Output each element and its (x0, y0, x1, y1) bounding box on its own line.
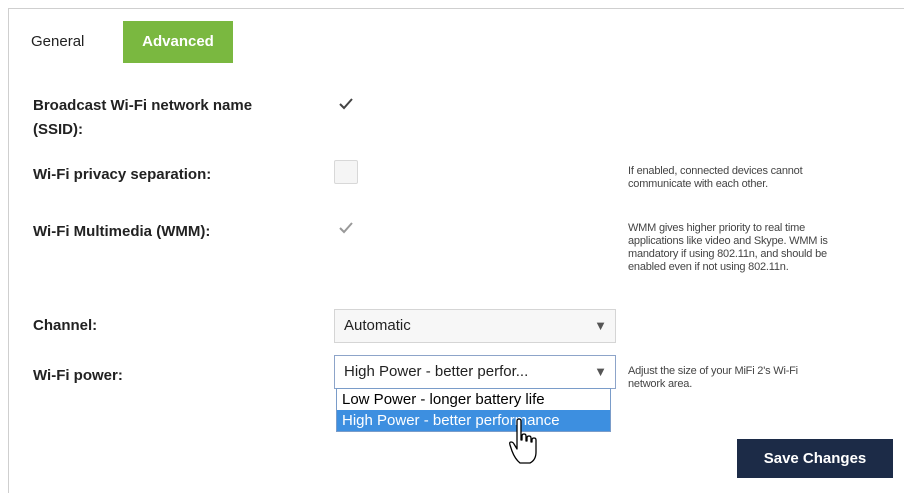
checkmark-icon (339, 98, 353, 110)
privacy-separation-help: If enabled, connected devices cannot com… (628, 165, 803, 191)
wifi-power-value: High Power - better perfor... (344, 363, 529, 380)
save-changes-button[interactable]: Save Changes (737, 439, 893, 478)
wmm-checkbox (334, 217, 358, 241)
wifi-power-help-line1: Adjust the size of your MiFi 2's Wi-Fi (628, 365, 798, 377)
wmm-label: Wi-Fi Multimedia (WMM): (33, 223, 211, 240)
wmm-help-line1: WMM gives higher priority to real time (628, 222, 806, 234)
broadcast-ssid-label-line2: (SSID): (33, 121, 83, 138)
privacy-separation-label: Wi-Fi privacy separation: (33, 166, 212, 183)
wmm-help: WMM gives higher priority to real time a… (628, 222, 828, 274)
privacy-help-line1: If enabled, connected devices cannot (628, 165, 803, 177)
wmm-help-line3: mandatory if using 802.11n, and should b… (628, 248, 827, 260)
wmm-help-line4: enabled even if not using 802.11n. (628, 261, 789, 273)
wifi-power-dropdown: Low Power - longer battery life High Pow… (336, 388, 611, 432)
privacy-separation-checkbox[interactable] (334, 160, 358, 184)
privacy-help-line2: communicate with each other. (628, 178, 768, 190)
chevron-down-icon: ▼ (594, 364, 607, 379)
channel-value: Automatic (344, 317, 411, 334)
wifi-power-help: Adjust the size of your MiFi 2's Wi-Fi n… (628, 365, 798, 391)
hand-cursor-icon (509, 418, 537, 464)
broadcast-ssid-checkbox[interactable] (334, 93, 358, 117)
wifi-power-select[interactable]: High Power - better perfor... ▼ (334, 355, 616, 389)
broadcast-ssid-label-line1: Broadcast Wi-Fi network name (33, 97, 253, 114)
wifi-power-option-low[interactable]: Low Power - longer battery life (337, 389, 610, 410)
tab-general[interactable]: General (31, 21, 84, 63)
broadcast-ssid-label: Broadcast Wi-Fi network name (SSID): (33, 94, 252, 142)
wifi-power-label: Wi-Fi power: (33, 367, 123, 384)
channel-label: Channel: (33, 317, 98, 334)
checkmark-icon (339, 222, 353, 234)
chevron-down-icon: ▼ (594, 318, 607, 333)
wmm-help-line2: applications like video and Skype. WMM i… (628, 235, 828, 247)
tab-advanced[interactable]: Advanced (123, 21, 233, 63)
wifi-power-option-high[interactable]: High Power - better performance (337, 410, 610, 431)
wifi-power-help-line2: network area. (628, 378, 693, 390)
channel-select[interactable]: Automatic ▼ (334, 309, 616, 343)
